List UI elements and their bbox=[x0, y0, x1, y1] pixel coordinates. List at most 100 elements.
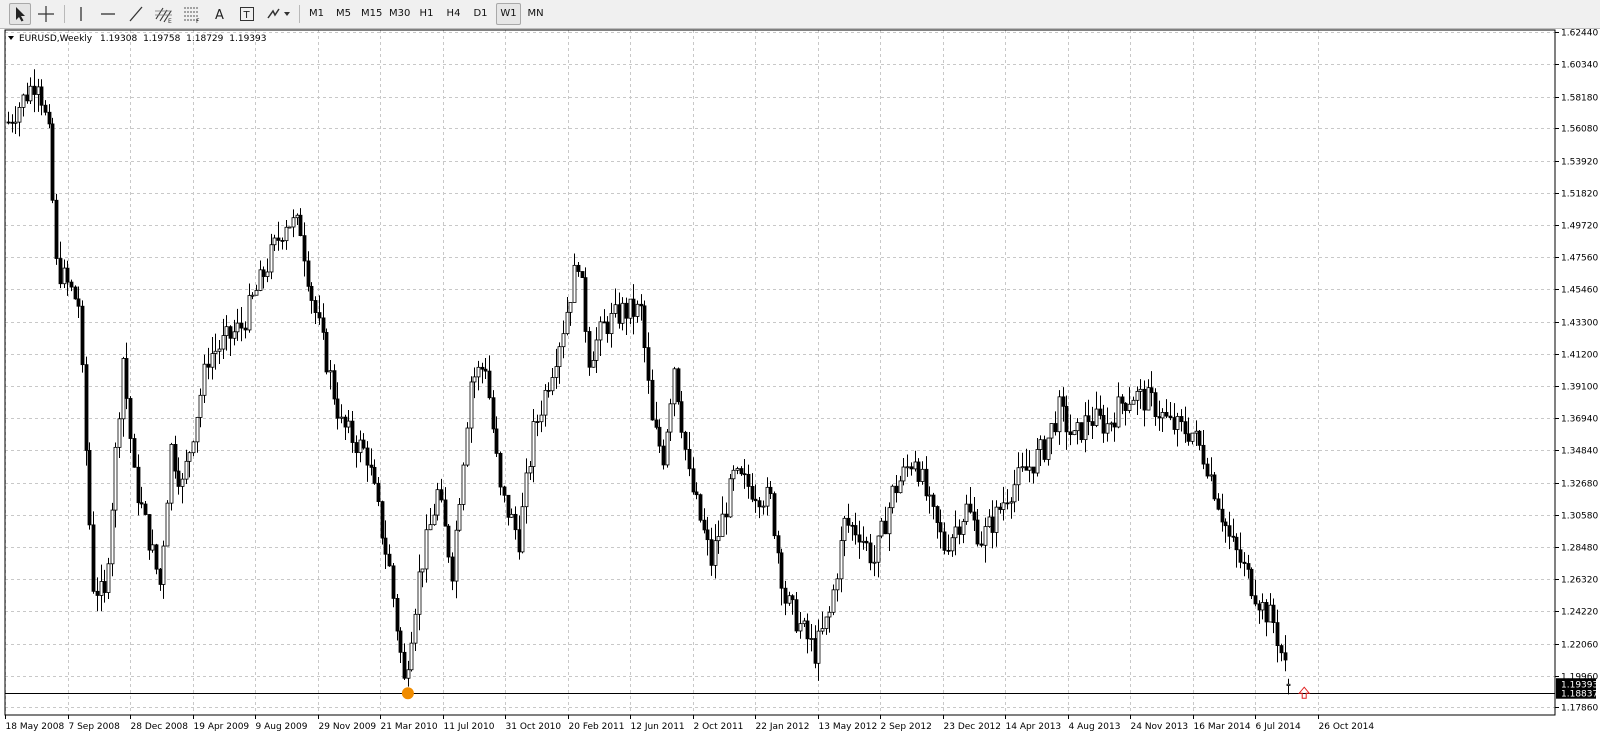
horizontal-line-tool-button[interactable] bbox=[96, 3, 120, 25]
candle-body-bearish bbox=[387, 553, 392, 567]
svg-text:T: T bbox=[243, 10, 251, 21]
time-tick-label: 2 Sep 2012 bbox=[881, 722, 932, 732]
candle-body-bullish bbox=[202, 363, 207, 396]
candle-body-bearish bbox=[1234, 536, 1239, 551]
cursor-tool-button[interactable] bbox=[9, 3, 31, 25]
time-axis[interactable]: 18 May 2008 7 Sep 2008 28 Dec 2008 19 Apr 2… bbox=[5, 715, 1375, 732]
candle-body-bearish bbox=[517, 529, 522, 553]
timeframe-m30-button[interactable]: M30 bbox=[385, 3, 414, 25]
candle-body-bearish bbox=[772, 493, 777, 537]
candle-body-bearish bbox=[1212, 474, 1217, 500]
candle-body-bullish bbox=[1286, 683, 1291, 686]
candle-body-bearish bbox=[365, 447, 370, 466]
timeframe-m5-button[interactable]: M5 bbox=[331, 3, 356, 25]
candle-body-bullish bbox=[720, 513, 725, 537]
text-label-icon: T bbox=[240, 7, 254, 21]
candle-body-bullish bbox=[198, 394, 203, 418]
candle-body-bearish bbox=[32, 85, 37, 95]
candle-body-bullish bbox=[1160, 412, 1165, 419]
low-point-marker[interactable] bbox=[401, 687, 414, 700]
vertical-line-tool-button[interactable] bbox=[70, 3, 92, 25]
trendline-tool-button[interactable] bbox=[124, 3, 148, 25]
price-tick-label: 1.36940 bbox=[1561, 415, 1598, 425]
candle-body-bearish bbox=[617, 304, 622, 324]
candle-body-bullish bbox=[550, 377, 555, 392]
candle-body-bullish bbox=[1175, 416, 1180, 430]
time-tick-label: 4 Aug 2013 bbox=[1069, 722, 1121, 732]
candle-body-bearish bbox=[173, 443, 178, 472]
candle-body-bullish bbox=[476, 366, 481, 378]
candle-body-bullish bbox=[528, 466, 533, 474]
chart-symbol: EURUSD,Weekly bbox=[19, 34, 93, 44]
candle-body-bearish bbox=[6, 121, 11, 124]
timeframe-w1-button[interactable]: W1 bbox=[496, 3, 521, 25]
candle-body-bearish bbox=[402, 651, 407, 679]
candle-body-bearish bbox=[1249, 568, 1254, 597]
candle-body-bullish bbox=[665, 431, 670, 466]
candle-body-bearish bbox=[646, 347, 651, 381]
candle-body-bearish bbox=[369, 464, 374, 468]
price-tick-label: 1.45460 bbox=[1561, 286, 1598, 296]
candle-body-bearish bbox=[757, 500, 762, 508]
arrows-tool-button[interactable] bbox=[263, 3, 293, 25]
candle-body-bearish bbox=[309, 285, 314, 301]
price-tick-label: 1.41200 bbox=[1561, 351, 1598, 361]
timeframe-h4-button[interactable]: H4 bbox=[441, 3, 466, 25]
price-axis[interactable]: 1.62440 1.60340 1.58180 1.56080 1.53920 1.518… bbox=[1555, 29, 1598, 714]
candle-body-bearish bbox=[1246, 563, 1251, 570]
candle-body-bullish bbox=[994, 506, 999, 533]
time-tick-label: 14 Apr 2013 bbox=[1006, 722, 1062, 732]
toolbar-separator bbox=[299, 5, 300, 23]
timeframe-d1-button[interactable]: D1 bbox=[468, 3, 493, 25]
svg-text:E: E bbox=[168, 18, 172, 23]
candle-body-bullish bbox=[539, 414, 544, 423]
text-label-tool-button[interactable]: T bbox=[235, 3, 259, 25]
fibonacci-tool-button[interactable]: F bbox=[180, 3, 204, 25]
candle-body-bearish bbox=[935, 506, 940, 523]
candle-body-bullish bbox=[284, 226, 289, 242]
time-tick-label: 29 Nov 2009 bbox=[319, 722, 377, 732]
candle-body-bullish bbox=[62, 267, 67, 285]
timeframe-m1-button[interactable]: M1 bbox=[304, 3, 329, 25]
candle-body-bullish bbox=[269, 244, 274, 273]
candle-body-bearish bbox=[1153, 392, 1158, 417]
price-tick-label: 1.22060 bbox=[1561, 641, 1598, 651]
timeframe-h1-button[interactable]: H1 bbox=[414, 3, 439, 25]
candle-body-bearish bbox=[1216, 498, 1221, 510]
candle-body-bearish bbox=[605, 321, 610, 335]
time-tick-label: 6 Jul 2014 bbox=[1256, 722, 1301, 732]
price-tick-label: 1.17860 bbox=[1561, 704, 1598, 714]
price-tick-label: 1.43300 bbox=[1561, 319, 1598, 329]
timeframe-m15-button[interactable]: M15 bbox=[357, 3, 386, 25]
candle-body-bullish bbox=[265, 271, 270, 277]
text-icon: A bbox=[215, 8, 224, 22]
crosshair-icon bbox=[38, 6, 54, 22]
candle-body-bearish bbox=[298, 214, 303, 237]
text-tool-button[interactable]: A bbox=[208, 3, 232, 25]
price-tick-label: 1.53920 bbox=[1561, 158, 1598, 168]
candle-body-bearish bbox=[1142, 388, 1147, 411]
candle-body-bullish bbox=[543, 389, 548, 416]
candle-body-bearish bbox=[576, 264, 581, 272]
candle-body-bearish bbox=[639, 303, 644, 307]
buy-arrow-icon[interactable] bbox=[1298, 686, 1311, 699]
candle-body-bullish bbox=[454, 529, 459, 582]
timeframe-mn-button[interactable]: MN bbox=[523, 3, 548, 25]
candle-body-bullish bbox=[839, 540, 844, 580]
equidistant-channel-tool-button[interactable]: E bbox=[152, 3, 176, 25]
price-chart[interactable]: 1.62440 1.60340 1.58180 1.56080 1.53920 1.518… bbox=[0, 29, 1600, 749]
candle-body-bearish bbox=[483, 368, 488, 372]
chart-toolbar: E F A T M1 M5 M15 M30 H1 H4 D1 W1 MN bbox=[0, 0, 1600, 29]
candle-body-bearish bbox=[1271, 604, 1276, 623]
time-tick-label: 11 Jul 2010 bbox=[444, 722, 495, 732]
candle-body-bullish bbox=[609, 313, 614, 335]
candle-body-bullish bbox=[802, 620, 807, 625]
candle-body-bullish bbox=[117, 418, 122, 448]
collapse-triangle-icon[interactable] bbox=[8, 36, 14, 40]
candle-body-bullish bbox=[761, 505, 766, 508]
candle-body-bearish bbox=[513, 513, 518, 531]
candle-body-bearish bbox=[76, 298, 81, 307]
crosshair-tool-button[interactable] bbox=[34, 3, 58, 25]
candle-body-bullish bbox=[272, 237, 277, 246]
candle-body-bullish bbox=[191, 441, 196, 454]
